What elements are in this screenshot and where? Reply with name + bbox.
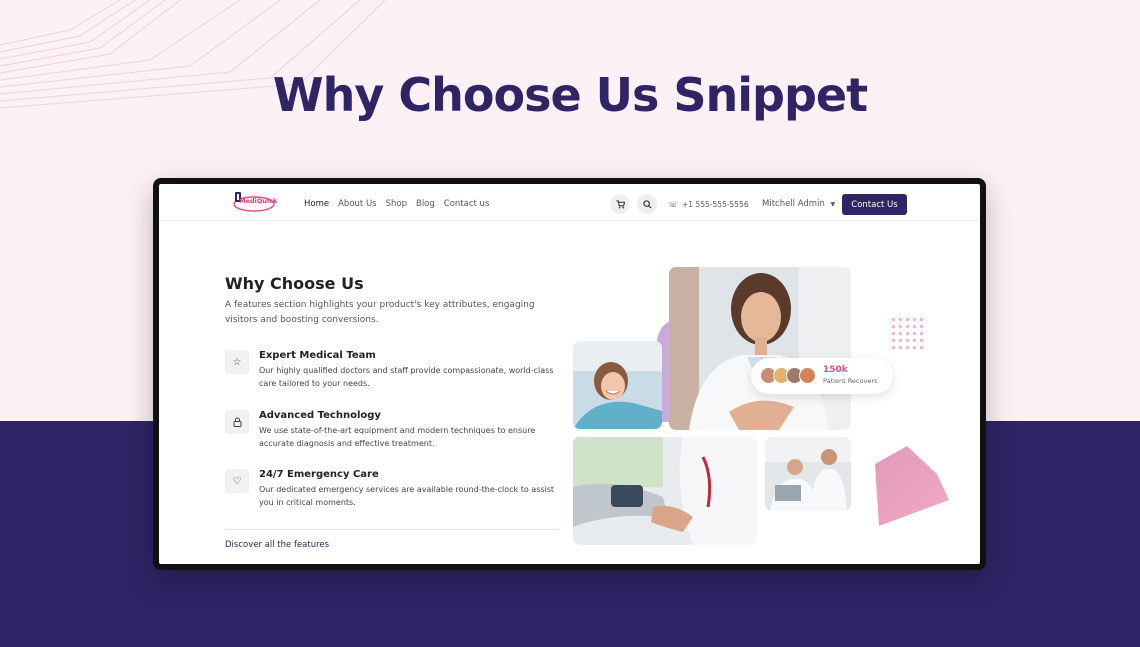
- avatar: [799, 367, 816, 384]
- phone-number: +1 555-555-5556: [682, 200, 749, 209]
- medical-team-image: [765, 437, 851, 511]
- doctor-handshake-image: [669, 267, 851, 430]
- blood-pressure-image: [573, 437, 757, 545]
- nav-about-us[interactable]: About Us: [338, 199, 376, 209]
- browser-mockup: MediQuick Home About Us Shop Blog Contac…: [153, 178, 986, 570]
- search-icon: [642, 199, 652, 209]
- feature-description: Our highly qualified doctors and staff p…: [259, 366, 554, 388]
- site-header: MediQuick Home About Us Shop Blog Contac…: [159, 184, 980, 221]
- logo-text[interactable]: MediQuick: [239, 197, 277, 205]
- discover-features-link[interactable]: Discover all the features: [225, 540, 329, 550]
- contact-us-button[interactable]: Contact Us: [842, 194, 907, 215]
- cart-button[interactable]: [610, 194, 630, 214]
- website-screen: MediQuick Home About Us Shop Blog Contac…: [159, 184, 980, 564]
- user-name: Mitchell Admin: [762, 199, 825, 209]
- section-subtitle: A features section highlights your produ…: [225, 300, 535, 325]
- badge-value: 150k: [823, 365, 848, 375]
- feature-description: Our dedicated emergency services are ava…: [259, 485, 555, 507]
- search-button[interactable]: [637, 194, 657, 214]
- decorative-dots: [892, 318, 923, 349]
- heart-icon: ♡: [225, 469, 249, 493]
- decorative-pink-shape: [875, 446, 949, 526]
- phone-link[interactable]: ☏ +1 555-555-5556: [668, 200, 749, 209]
- feature-title: Expert Medical Team: [259, 350, 376, 361]
- patient-recovers-badge: 150k Patient Recovers: [751, 358, 893, 394]
- badge-label: Patient Recovers: [823, 377, 878, 385]
- user-menu[interactable]: Mitchell Admin ▼: [762, 199, 835, 209]
- section-title: Why Choose Us: [225, 274, 364, 293]
- divider: [225, 529, 559, 530]
- cart-icon: [615, 199, 625, 208]
- phone-icon: ☏: [668, 200, 679, 209]
- nav-blog[interactable]: Blog: [416, 199, 435, 209]
- main-nav: Home About Us Shop Blog Contact us: [304, 199, 489, 209]
- star-icon: ☆: [225, 350, 249, 374]
- caret-down-icon: ▼: [830, 201, 836, 208]
- dental-patient-image: [573, 341, 662, 429]
- nav-home[interactable]: Home: [304, 199, 329, 209]
- feature-title: Advanced Technology: [259, 410, 381, 421]
- feature-description: We use state-of-the-art equipment and mo…: [259, 426, 536, 448]
- lock-icon: [225, 410, 249, 434]
- nav-shop[interactable]: Shop: [386, 199, 407, 209]
- nav-contact-us[interactable]: Contact us: [444, 199, 490, 209]
- feature-title: 24/7 Emergency Care: [259, 469, 379, 480]
- hero-title: Why Choose Us Snippet: [272, 68, 868, 122]
